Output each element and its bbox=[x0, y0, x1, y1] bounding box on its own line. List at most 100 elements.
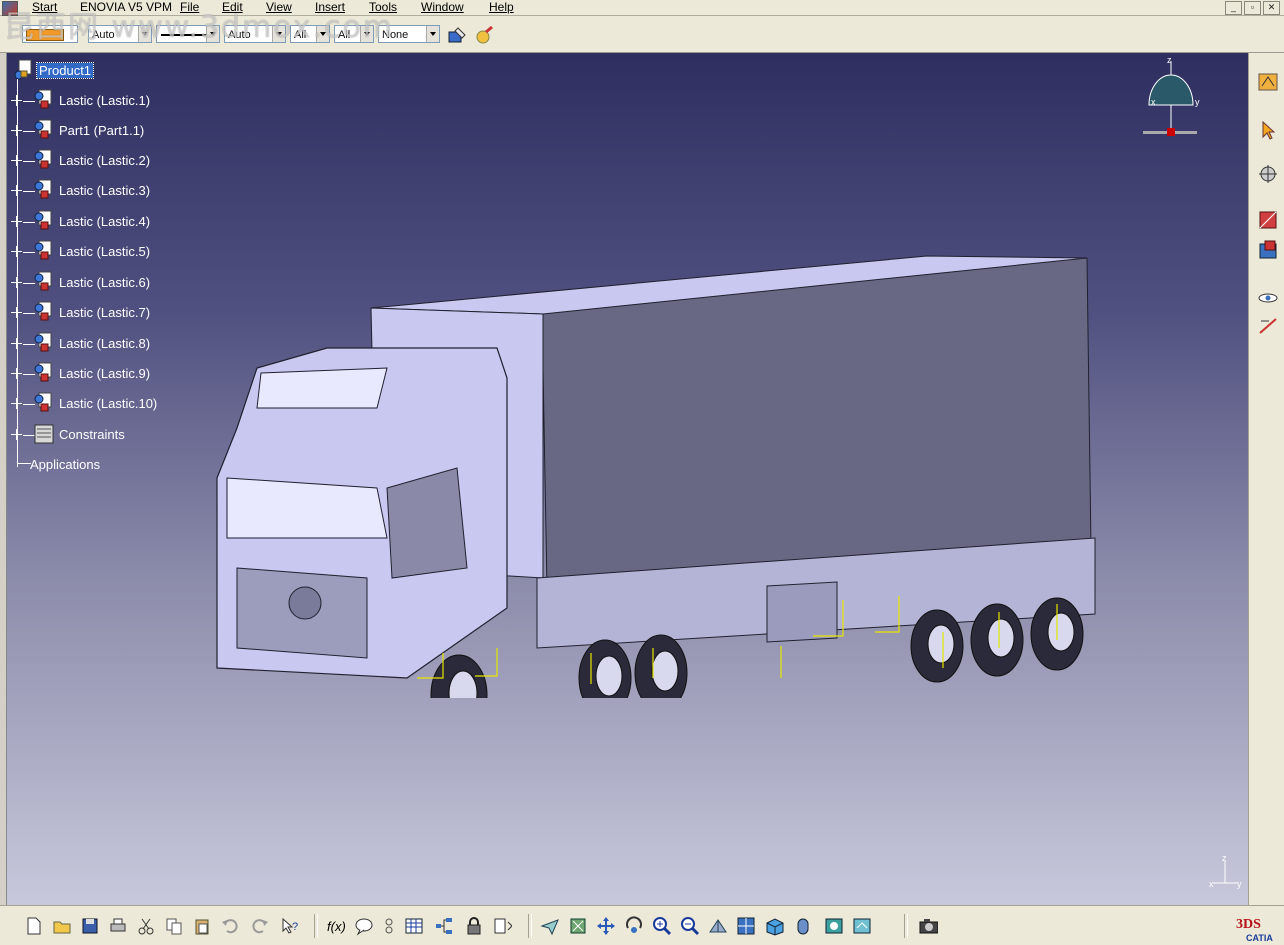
expand-plus-icon[interactable] bbox=[11, 155, 22, 166]
expand-plus-icon[interactable] bbox=[11, 307, 22, 318]
undo-icon[interactable] bbox=[220, 916, 240, 936]
tree-node-label[interactable]: Lastic (Lastic.9) bbox=[59, 366, 150, 381]
paste-icon[interactable] bbox=[192, 916, 212, 936]
tree-node-label[interactable]: Lastic (Lastic.4) bbox=[59, 214, 150, 229]
compass-x-label: x bbox=[1151, 97, 1156, 107]
painter-icon[interactable] bbox=[446, 24, 468, 46]
lock-icon[interactable] bbox=[464, 916, 484, 936]
menu-help[interactable]: Help bbox=[489, 0, 514, 14]
iso-view-icon[interactable] bbox=[764, 916, 784, 936]
expand-plus-icon[interactable] bbox=[11, 398, 22, 409]
normal-view-icon[interactable] bbox=[708, 916, 728, 936]
clash-icon[interactable] bbox=[1257, 239, 1279, 261]
fit-all-icon[interactable] bbox=[568, 916, 588, 936]
redo-icon[interactable] bbox=[250, 916, 270, 936]
fly-mode-icon[interactable] bbox=[540, 916, 560, 936]
component-icon bbox=[34, 332, 52, 352]
tree-node-label[interactable]: Part1 (Part1.1) bbox=[59, 123, 144, 138]
minimize-button[interactable]: _ bbox=[1225, 1, 1242, 15]
compass-widget[interactable]: z x y bbox=[1137, 53, 1207, 143]
restore-button[interactable]: ▫ bbox=[1244, 1, 1261, 15]
catalog-icon[interactable] bbox=[492, 916, 512, 936]
part-icon bbox=[34, 119, 52, 139]
component-icon bbox=[34, 179, 52, 199]
catia-logo: 3DS CATIA bbox=[1236, 917, 1273, 943]
camera-icon[interactable] bbox=[918, 916, 938, 936]
close-button[interactable]: ✕ bbox=[1263, 1, 1280, 15]
new-document-icon[interactable] bbox=[24, 916, 44, 936]
tree-node-label[interactable]: Constraints bbox=[59, 427, 125, 442]
tree-node-label[interactable]: Lastic (Lastic.5) bbox=[59, 244, 150, 259]
mini-axis-y: y bbox=[1237, 879, 1242, 889]
tree-node-label[interactable]: Lastic (Lastic.6) bbox=[59, 275, 150, 290]
eye-icon[interactable] bbox=[1257, 287, 1279, 309]
menu-window[interactable]: Window bbox=[421, 0, 464, 14]
chevron-down-icon[interactable] bbox=[426, 26, 439, 42]
watermark-text: 昆西网 www.3dmox.com bbox=[4, 10, 395, 45]
component-icon bbox=[34, 210, 52, 230]
whats-this-icon[interactable]: ? bbox=[280, 916, 300, 936]
tree-structure-icon[interactable] bbox=[434, 916, 454, 936]
print-icon[interactable] bbox=[108, 916, 128, 936]
3d-viewport[interactable]: Product1 Lastic (Lastic.1) Part1 (Part1.… bbox=[6, 53, 1248, 905]
pan-icon[interactable] bbox=[596, 916, 616, 936]
expand-plus-icon[interactable] bbox=[11, 185, 22, 196]
expand-plus-icon[interactable] bbox=[11, 429, 22, 440]
mini-axis-triad: z x y bbox=[1209, 853, 1242, 889]
select-arrow-icon[interactable] bbox=[1257, 119, 1279, 141]
compass-z-label: z bbox=[1167, 55, 1172, 65]
tree-branch-line bbox=[17, 463, 31, 464]
expand-plus-icon[interactable] bbox=[11, 368, 22, 379]
compass-y-label: y bbox=[1195, 97, 1200, 107]
window-controls: _ ▫ ✕ bbox=[1225, 1, 1280, 15]
zoom-out-icon[interactable] bbox=[680, 916, 700, 936]
rotate-icon[interactable] bbox=[624, 916, 644, 936]
truck-3d-model[interactable] bbox=[207, 248, 1107, 698]
right-toolbar bbox=[1248, 53, 1284, 905]
tree-node-label[interactable]: Lastic (Lastic.7) bbox=[59, 305, 150, 320]
mini-axis-x: x bbox=[1209, 879, 1214, 889]
shading-icon[interactable] bbox=[794, 916, 814, 936]
table-icon[interactable] bbox=[404, 916, 424, 936]
toolbar-separator bbox=[904, 914, 908, 938]
formula-icon[interactable]: f(x) bbox=[326, 916, 346, 936]
fastener-icon[interactable] bbox=[382, 916, 402, 936]
expand-plus-icon[interactable] bbox=[11, 216, 22, 227]
component-icon bbox=[34, 240, 52, 260]
component-icon bbox=[34, 271, 52, 291]
component-icon bbox=[34, 149, 52, 169]
catia-logo-text: CATIA bbox=[1246, 933, 1273, 943]
tree-node-label[interactable]: Lastic (Lastic.2) bbox=[59, 153, 150, 168]
workbench-icon[interactable] bbox=[1257, 71, 1279, 93]
mini-axis-z: z bbox=[1222, 853, 1227, 863]
tree-node-label[interactable]: Lastic (Lastic.8) bbox=[59, 336, 150, 351]
cut-icon[interactable] bbox=[136, 916, 156, 936]
product-icon bbox=[14, 59, 32, 80]
tree-root-label[interactable]: Product1 bbox=[35, 62, 95, 79]
tree-node-label[interactable]: Lastic (Lastic.1) bbox=[59, 93, 150, 108]
section-icon[interactable] bbox=[1257, 209, 1279, 231]
toolbar-separator bbox=[528, 914, 532, 938]
copy-icon[interactable] bbox=[164, 916, 184, 936]
hide-show-icon[interactable] bbox=[824, 916, 844, 936]
manipulate-icon[interactable] bbox=[1257, 163, 1279, 185]
expand-plus-icon[interactable] bbox=[11, 277, 22, 288]
swap-visible-space-icon[interactable] bbox=[852, 916, 872, 936]
tree-node-label[interactable]: Lastic (Lastic.3) bbox=[59, 183, 150, 198]
comment-icon[interactable] bbox=[354, 916, 374, 936]
constraints-icon bbox=[34, 424, 54, 444]
expand-plus-icon[interactable] bbox=[11, 125, 22, 136]
multi-view-icon[interactable] bbox=[736, 916, 756, 936]
open-folder-icon[interactable] bbox=[52, 916, 72, 936]
tree-node-label[interactable]: Lastic (Lastic.10) bbox=[59, 396, 157, 411]
save-icon[interactable] bbox=[80, 916, 100, 936]
expand-plus-icon[interactable] bbox=[11, 246, 22, 257]
component-icon bbox=[34, 392, 52, 412]
svg-text:f(x): f(x) bbox=[327, 919, 346, 934]
expand-plus-icon[interactable] bbox=[11, 95, 22, 106]
expand-plus-icon[interactable] bbox=[11, 338, 22, 349]
measure-icon[interactable] bbox=[1257, 315, 1279, 337]
tree-node-label[interactable]: Applications bbox=[30, 457, 100, 472]
material-icon[interactable] bbox=[474, 24, 496, 46]
zoom-in-icon[interactable] bbox=[652, 916, 672, 936]
